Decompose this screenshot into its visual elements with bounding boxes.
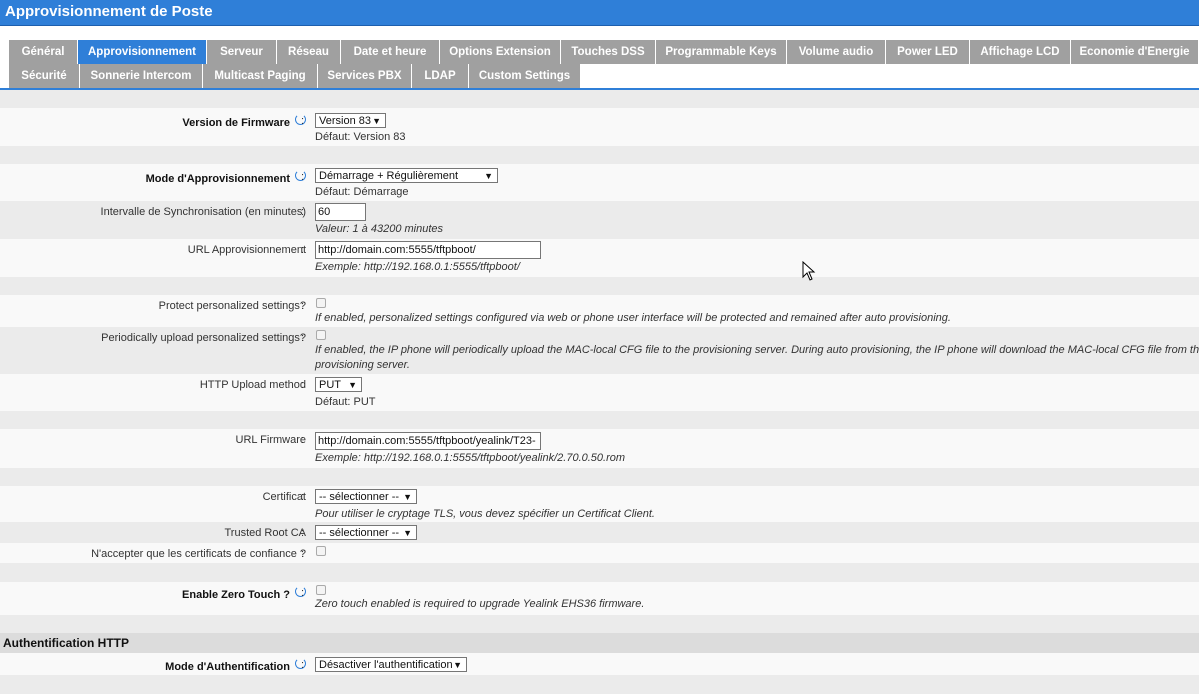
trusted-root-ca-label: Trusted Root CA bbox=[224, 527, 306, 539]
http-upload-method-default: Défaut: PUT bbox=[315, 396, 376, 408]
auth-section-title: Authentification HTTP bbox=[0, 633, 1199, 653]
row-firmware-url: URL Firmware : http://domain.com:5555/tf… bbox=[0, 429, 1199, 468]
dropdown-arrow-icon: ▼ bbox=[403, 492, 412, 502]
spacer-row bbox=[0, 146, 1199, 164]
provisioning-url-hint: Exemple: http://192.168.0.1:5555/tftpboo… bbox=[315, 261, 520, 273]
firmware-url-hint: Exemple: http://192.168.0.1:5555/tftpboo… bbox=[315, 452, 626, 464]
row-provisioning-url: URL Approvisionnement : http://domain.co… bbox=[0, 239, 1199, 277]
tab-general[interactable]: Général bbox=[9, 40, 78, 64]
http-upload-method-select[interactable]: PUT ▼ bbox=[315, 377, 362, 392]
colon: : bbox=[301, 206, 305, 218]
spacer-row bbox=[0, 563, 1199, 582]
row-trusted-only: N'accepter que les certificats de confia… bbox=[0, 543, 1199, 563]
colon: : bbox=[301, 491, 305, 503]
colon: : bbox=[301, 659, 305, 671]
zero-touch-label: Enable Zero Touch ? bbox=[182, 586, 306, 601]
colon: : bbox=[301, 300, 305, 312]
spacer-row bbox=[0, 90, 1199, 108]
page-title: Approvisionnement de Poste bbox=[0, 0, 1199, 26]
dropdown-arrow-icon: ▼ bbox=[453, 660, 462, 670]
zero-touch-hint: Zero touch enabled is required to upgrad… bbox=[315, 598, 645, 610]
trusted-root-ca-select[interactable]: -- sélectionner -- ▼ bbox=[315, 525, 417, 540]
dropdown-arrow-icon: ▼ bbox=[403, 528, 412, 538]
row-http-upload-method: HTTP Upload method : PUT ▼ Défaut: PUT bbox=[0, 374, 1199, 411]
firmware-url-label: URL Firmware bbox=[235, 434, 307, 446]
tab-programmable-keys[interactable]: Programmable Keys bbox=[656, 40, 787, 64]
provisioning-url-label: URL Approvisionnement bbox=[187, 244, 306, 256]
trusted-only-label: N'accepter que les certificats de confia… bbox=[91, 548, 306, 560]
tab-bar: Général Approvisionnement Serveur Réseau… bbox=[0, 26, 1199, 88]
tab-services-pbx[interactable]: Services PBX bbox=[318, 64, 412, 88]
provisioning-url-input[interactable]: http://domain.com:5555/tftpboot/ bbox=[315, 241, 541, 259]
row-upload-settings: Periodically upload personalized setting… bbox=[0, 327, 1199, 374]
upload-settings-hint-line1: If enabled, the IP phone will periodical… bbox=[315, 344, 1199, 356]
tab-affichage-lcd[interactable]: Affichage LCD bbox=[970, 40, 1071, 64]
tab-options-extension[interactable]: Options Extension bbox=[440, 40, 561, 64]
row-auth-mode: Mode d'Authentification : Désactiver l'a… bbox=[0, 653, 1199, 675]
certificate-label: Certificat bbox=[262, 491, 306, 503]
firmware-version-default: Défaut: Version 83 bbox=[315, 131, 406, 143]
colon: : bbox=[301, 587, 305, 599]
tab-multicast-paging[interactable]: Multicast Paging bbox=[203, 64, 318, 88]
row-trusted-root-ca: Trusted Root CA : -- sélectionner -- ▼ bbox=[0, 522, 1199, 543]
colon: : bbox=[301, 434, 305, 446]
firmware-url-input[interactable]: http://domain.com:5555/tftpboot/yealink/… bbox=[315, 432, 541, 450]
tab-sonnerie-intercom[interactable]: Sonnerie Intercom bbox=[80, 64, 203, 88]
sync-interval-input[interactable]: 60 bbox=[315, 203, 366, 221]
spacer-row bbox=[0, 615, 1199, 633]
dropdown-arrow-icon: ▼ bbox=[484, 171, 493, 181]
zero-touch-checkbox[interactable] bbox=[316, 585, 326, 595]
spacer-row bbox=[0, 675, 1199, 694]
provisioning-mode-select[interactable]: Démarrage + Régulièrement ▼ bbox=[315, 168, 498, 183]
sync-interval-label: Intervalle de Synchronisation (en minute… bbox=[100, 206, 306, 218]
tab-power-led[interactable]: Power LED bbox=[886, 40, 970, 64]
protect-settings-hint: If enabled, personalized settings config… bbox=[315, 312, 951, 324]
firmware-version-select[interactable]: Version 83 ▼ bbox=[315, 113, 386, 128]
upload-settings-hint-line2: provisioning server. bbox=[315, 359, 410, 371]
tab-reseau[interactable]: Réseau bbox=[277, 40, 341, 64]
colon: : bbox=[301, 527, 305, 539]
trusted-only-checkbox[interactable] bbox=[316, 546, 326, 556]
colon: : bbox=[301, 332, 305, 344]
colon: : bbox=[301, 171, 305, 183]
protect-settings-checkbox[interactable] bbox=[316, 298, 326, 308]
auth-mode-label: Mode d'Authentification bbox=[165, 658, 306, 673]
row-sync-interval: Intervalle de Synchronisation (en minute… bbox=[0, 201, 1199, 239]
row-firmware-version: Version de Firmware : Version 83 ▼ Défaut… bbox=[0, 108, 1199, 146]
colon: : bbox=[301, 115, 305, 127]
certificate-hint: Pour utiliser le cryptage TLS, vous deve… bbox=[315, 508, 655, 520]
colon: : bbox=[301, 548, 305, 560]
tab-economie-energie[interactable]: Economie d'Energie bbox=[1071, 40, 1199, 64]
sync-interval-hint: Valeur: 1 à 43200 minutes bbox=[315, 223, 444, 235]
mouse-cursor-icon bbox=[802, 261, 816, 281]
firmware-version-label: Version de Firmware bbox=[182, 114, 306, 129]
tab-serveur[interactable]: Serveur bbox=[207, 40, 277, 64]
row-certificate: Certificat : -- sélectionner -- ▼ Pour ut… bbox=[0, 486, 1199, 522]
provisioning-mode-label: Mode d'Approvisionnement bbox=[146, 170, 306, 185]
spacer-row bbox=[0, 411, 1199, 429]
tab-touches-dss[interactable]: Touches DSS bbox=[561, 40, 656, 64]
dropdown-arrow-icon: ▼ bbox=[372, 116, 381, 126]
provisioning-mode-default: Défaut: Démarrage bbox=[315, 186, 409, 198]
colon: : bbox=[301, 244, 305, 256]
row-zero-touch: Enable Zero Touch ? : Zero touch enabled… bbox=[0, 582, 1199, 615]
row-protect-settings: Protect personalized settings? : If enab… bbox=[0, 295, 1199, 327]
upload-settings-checkbox[interactable] bbox=[316, 330, 326, 340]
dropdown-arrow-icon: ▼ bbox=[348, 380, 357, 390]
tab-custom-settings[interactable]: Custom Settings bbox=[469, 64, 581, 88]
tab-volume-audio[interactable]: Volume audio bbox=[787, 40, 886, 64]
spacer-row bbox=[0, 277, 1199, 295]
tab-securite[interactable]: Sécurité bbox=[9, 64, 80, 88]
upload-settings-label: Periodically upload personalized setting… bbox=[101, 332, 306, 344]
certificate-select[interactable]: -- sélectionner -- ▼ bbox=[315, 489, 417, 504]
tab-date-heure[interactable]: Date et heure bbox=[341, 40, 440, 64]
tab-ldap[interactable]: LDAP bbox=[412, 64, 469, 88]
row-provisioning-mode: Mode d'Approvisionnement : Démarrage + R… bbox=[0, 164, 1199, 201]
spacer-row bbox=[0, 468, 1199, 486]
http-upload-method-label: HTTP Upload method bbox=[199, 379, 306, 391]
protect-settings-label: Protect personalized settings? bbox=[158, 300, 306, 312]
auth-mode-select[interactable]: Désactiver l'authentification ▼ bbox=[315, 657, 467, 672]
tab-approvisionnement[interactable]: Approvisionnement bbox=[78, 40, 207, 64]
colon: : bbox=[301, 379, 305, 391]
